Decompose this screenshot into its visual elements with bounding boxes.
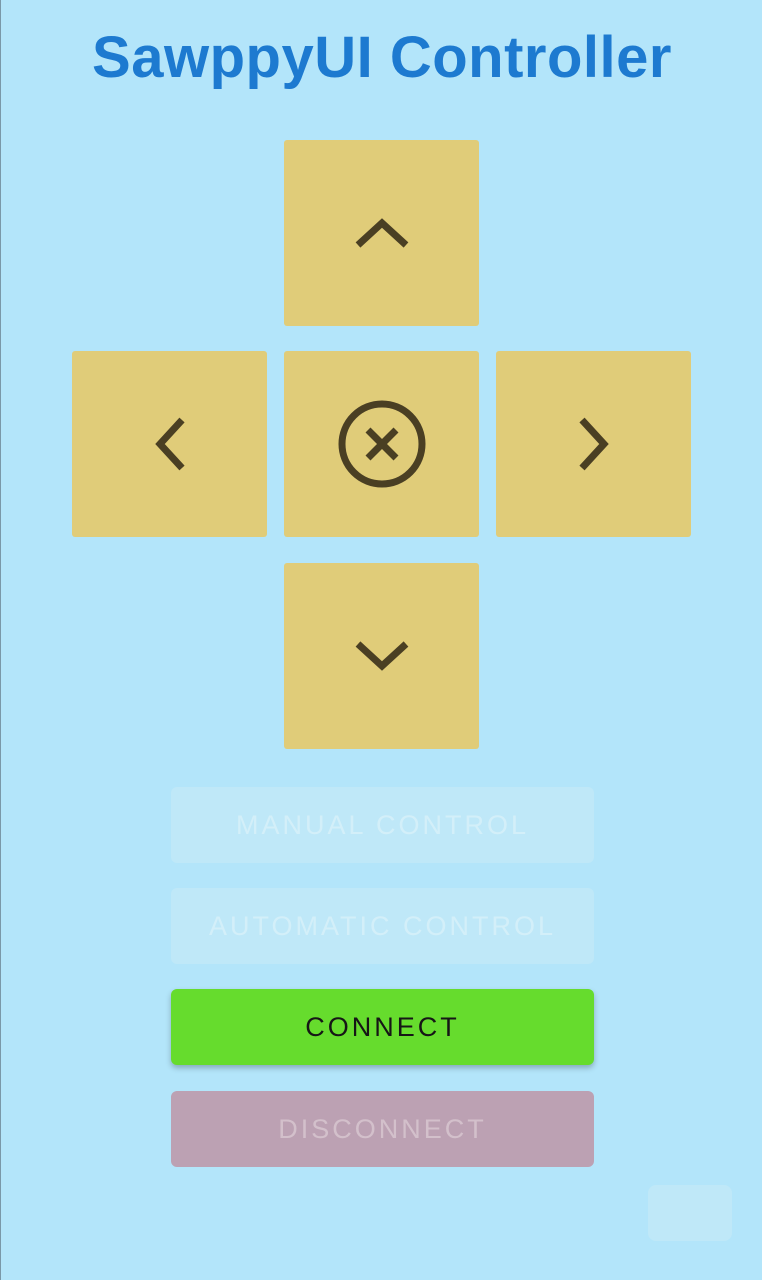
connect-button[interactable]: CONNECT — [171, 989, 594, 1065]
chevron-left-icon — [154, 417, 185, 471]
manual-control-button[interactable]: MANUAL CONTROL — [171, 787, 594, 863]
move-right-button[interactable] — [496, 351, 691, 537]
cancel-circle-icon — [338, 400, 425, 488]
floating-overlay-box — [648, 1185, 732, 1241]
chevron-up-icon — [355, 218, 408, 248]
stop-button[interactable] — [284, 351, 479, 537]
move-up-button[interactable] — [284, 140, 479, 326]
automatic-control-button[interactable]: AUTOMATIC CONTROL — [171, 888, 594, 964]
move-down-button[interactable] — [284, 563, 479, 749]
page-title: SawppyUI Controller — [92, 25, 672, 90]
chevron-down-icon — [355, 641, 408, 671]
chevron-right-icon — [578, 417, 609, 471]
disconnect-button[interactable]: DISCONNECT — [171, 1091, 594, 1167]
move-left-button[interactable] — [72, 351, 267, 537]
